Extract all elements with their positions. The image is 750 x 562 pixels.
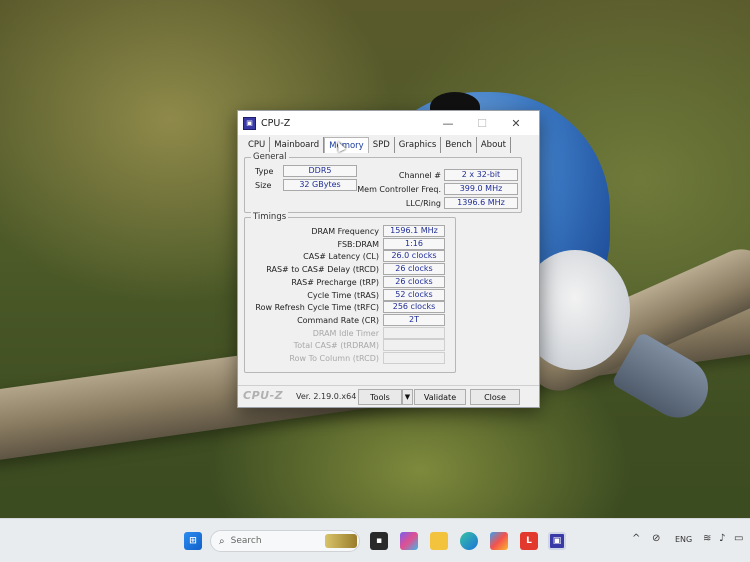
timing-label: DRAM Frequency: [311, 227, 379, 236]
start-button[interactable]: ⊞: [184, 532, 202, 550]
type-label: Type: [255, 167, 274, 176]
timing-label: Total CAS# (tRDRAM): [293, 341, 379, 351]
taskbar-search-input[interactable]: ⌕ Search: [210, 530, 360, 552]
timing-value: 1:16: [383, 237, 445, 250]
tools-dropdown-button[interactable]: ▼: [402, 389, 413, 405]
store-icon[interactable]: [490, 532, 508, 550]
timing-value: 52 clocks: [383, 288, 445, 301]
dropdown-arrow-icon: ▼: [404, 393, 411, 401]
cpuz-taskbar-icon[interactable]: ▣: [548, 532, 566, 550]
timing-value: [383, 339, 445, 352]
title-bar[interactable]: ▣ CPU-Z — ☐ ✕: [238, 111, 539, 135]
battery-icon[interactable]: ▭: [734, 533, 743, 544]
timing-label: CAS# Latency (CL): [303, 252, 379, 262]
cpuz-icon: ▣: [243, 116, 256, 130]
tab-bar: CPU Mainboard Memory SPD Graphics Bench …: [244, 137, 511, 153]
memctrl-label: Mem Controller Freq.: [357, 185, 441, 194]
timing-label: Command Rate (CR): [297, 315, 379, 325]
timing-label: DRAM Idle Timer: [312, 328, 379, 338]
tools-button-label: Tools: [370, 392, 390, 402]
timing-label: Row Refresh Cycle Time (tRFC): [255, 303, 379, 313]
maximize-button[interactable]: ☐: [465, 114, 499, 132]
validate-button[interactable]: Validate: [414, 389, 466, 405]
timing-value: 26 clocks: [383, 263, 445, 276]
timing-value: 256 clocks: [383, 301, 445, 314]
close-window-button[interactable]: ✕: [499, 114, 533, 132]
general-group-label: General: [251, 152, 289, 162]
validate-button-label: Validate: [423, 392, 457, 402]
timing-label: RAS# to CAS# Delay (tRCD): [266, 265, 379, 275]
timing-label: RAS# Precharge (tRP): [291, 277, 379, 287]
timing-value: 2T: [383, 313, 445, 326]
app-l-letter: L: [526, 536, 532, 546]
tab-graphics[interactable]: Graphics: [394, 137, 442, 153]
channel-value: 2 x 32-bit: [444, 169, 518, 181]
volume-icon[interactable]: ♪: [719, 533, 725, 544]
taskbar: ⊞ ⌕ Search ▪ L ▣ ^ ⊘ ENG ≋ ♪ ▭: [0, 518, 750, 562]
timings-group: Timings DRAM Frequency 1596.1 MHz FSB:DRAM…: [244, 212, 456, 373]
task-view-icon[interactable]: ▪: [370, 532, 388, 550]
tools-button[interactable]: Tools: [358, 389, 402, 405]
timing-value: 26.0 clocks: [383, 250, 445, 263]
tray-chevron-icon[interactable]: ^: [632, 533, 640, 544]
timing-label: FSB:DRAM: [337, 239, 380, 249]
tab-mainboard[interactable]: Mainboard: [270, 137, 325, 153]
search-icon: ⌕: [219, 535, 225, 547]
llc-label: LLC/Ring: [405, 199, 441, 208]
widgets-icon[interactable]: [325, 534, 357, 548]
llc-value: 1396.6 MHz: [444, 197, 518, 209]
tab-about[interactable]: About: [476, 137, 511, 153]
search-placeholder: Search: [230, 536, 262, 546]
close-button-label: Close: [484, 392, 506, 402]
type-value: DDR5: [283, 165, 357, 177]
edge-icon[interactable]: [460, 532, 478, 550]
cpuz-window: ▣ CPU-Z — ☐ ✕ CPU Mainboard Memory SPD G…: [237, 110, 540, 408]
memctrl-value: 399.0 MHz: [444, 183, 518, 195]
privacy-icon[interactable]: ⊘: [652, 533, 660, 544]
window-footer: CPU-Z Ver. 2.19.0.x64 Tools ▼ Validate C…: [238, 385, 539, 407]
tab-memory[interactable]: Memory: [324, 137, 369, 153]
tab-spd[interactable]: SPD: [368, 137, 395, 153]
timings-group-label: Timings: [251, 212, 289, 222]
file-explorer-icon[interactable]: [430, 532, 448, 550]
language-indicator[interactable]: ENG: [675, 535, 692, 544]
window-title: CPU-Z: [261, 117, 291, 129]
size-value: 32 GBytes: [283, 179, 357, 191]
app-l-icon[interactable]: L: [520, 532, 538, 550]
tab-cpu[interactable]: CPU: [244, 137, 271, 153]
cpuz-brand-logo: CPU-Z: [243, 389, 284, 402]
channel-label: Channel #: [398, 171, 441, 180]
timing-value: 26 clocks: [383, 275, 445, 288]
size-label: Size: [255, 181, 272, 190]
close-button[interactable]: Close: [470, 389, 520, 405]
copilot-icon[interactable]: [400, 532, 418, 550]
minimize-button[interactable]: —: [431, 114, 465, 132]
timing-value: 1596.1 MHz: [383, 225, 445, 237]
timing-value: [383, 352, 445, 364]
general-group: General Type DDR5 Size 32 GBytes Channel…: [244, 152, 522, 213]
timing-label: Cycle Time (tRAS): [307, 290, 379, 300]
tab-bench[interactable]: Bench: [441, 137, 477, 153]
timing-label: Row To Column (tRCD): [289, 354, 379, 363]
window-controls: — ☐ ✕: [431, 114, 533, 132]
timing-value: [383, 326, 445, 339]
version-text: Ver. 2.19.0.x64: [296, 392, 357, 401]
wifi-icon[interactable]: ≋: [703, 533, 711, 544]
